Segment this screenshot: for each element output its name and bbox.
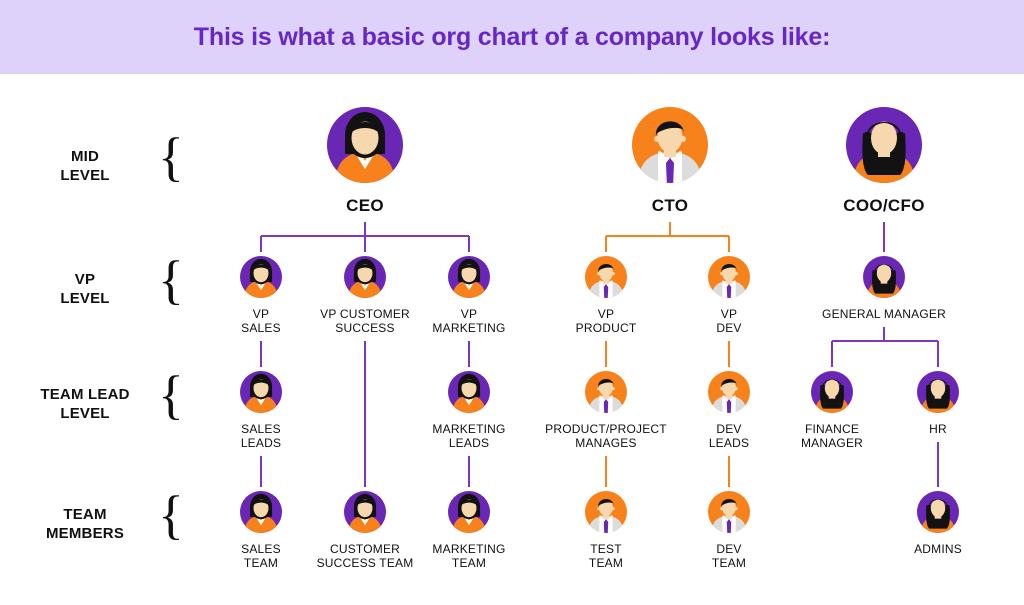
- level-label-line: LEVEL: [60, 290, 110, 307]
- avatar-cto[interactable]: [632, 107, 708, 185]
- level-label-mid-level: MID LEVEL: [20, 147, 150, 185]
- level-label-vp-level: VP LEVEL: [20, 270, 150, 308]
- level-brace-team-members: {: [158, 485, 184, 545]
- node-label-general-manager: GENERAL MANAGER: [372, 307, 1024, 321]
- page-title: This is what a basic org chart of a comp…: [193, 23, 831, 51]
- node-label-line: TEAM: [711, 556, 747, 570]
- level-label-line: TEAM LEAD: [40, 386, 130, 403]
- avatar-finance-manager[interactable]: [811, 371, 853, 414]
- avatar-admins[interactable]: [917, 491, 959, 534]
- level-brace-mid-level: {: [158, 127, 184, 187]
- node-label-line: COO/CFO: [843, 196, 925, 215]
- avatar-marketing-team[interactable]: [448, 491, 490, 534]
- avatar-vp-customer-success[interactable]: [344, 256, 386, 299]
- node-label-line: GENERAL MANAGER: [822, 307, 946, 321]
- avatar-test-team[interactable]: [585, 491, 627, 534]
- avatar-product-project-manages[interactable]: [585, 371, 627, 414]
- node-label-line: MANAGER: [800, 436, 864, 450]
- avatar-general-manager[interactable]: [863, 256, 905, 299]
- node-label-admins: ADMINS: [426, 542, 1024, 556]
- level-label-line: LEVEL: [60, 167, 110, 184]
- node-label-line: DEV: [716, 321, 742, 335]
- level-label-team-members: TEAM MEMBERS: [20, 505, 150, 543]
- avatar-customer-success-team[interactable]: [344, 491, 386, 534]
- level-label-line: VP: [74, 271, 96, 288]
- avatar-marketing-leads[interactable]: [448, 371, 490, 414]
- level-label-line: MID: [70, 148, 100, 165]
- avatar-vp-dev[interactable]: [708, 256, 750, 299]
- level-label-team-lead-level: TEAM LEAD LEVEL: [20, 385, 150, 423]
- node-label-coocfo: COO/CFO: [372, 196, 1024, 216]
- node-label-hr: HR: [426, 422, 1024, 436]
- avatar-dev-team[interactable]: [708, 491, 750, 534]
- level-brace-team-lead-level: {: [158, 365, 184, 425]
- org-chart-page: This is what a basic org chart of a comp…: [0, 0, 1024, 605]
- level-label-line: TEAM: [63, 506, 107, 523]
- node-label-line: ADMINS: [914, 542, 962, 556]
- avatar-vp-product[interactable]: [585, 256, 627, 299]
- avatar-coocfo[interactable]: [846, 107, 922, 185]
- avatar-vp-marketing[interactable]: [448, 256, 490, 299]
- avatar-sales-team[interactable]: [240, 491, 282, 534]
- org-chart-canvas: CEO CTO COO/CFO VP SALES VP CUSTOMER SUCCESS VP…: [0, 74, 1024, 605]
- avatar-ceo[interactable]: [327, 107, 403, 185]
- avatar-dev-leads[interactable]: [708, 371, 750, 414]
- org-chart-graphics: [240, 107, 959, 534]
- level-brace-vp-level: {: [158, 250, 184, 310]
- avatar-hr[interactable]: [917, 371, 959, 414]
- level-label-line: MEMBERS: [45, 525, 125, 542]
- node-label-line: HR: [929, 422, 947, 436]
- avatar-vp-sales[interactable]: [240, 256, 282, 299]
- avatar-sales-leads[interactable]: [240, 371, 282, 414]
- level-label-line: LEVEL: [60, 405, 110, 422]
